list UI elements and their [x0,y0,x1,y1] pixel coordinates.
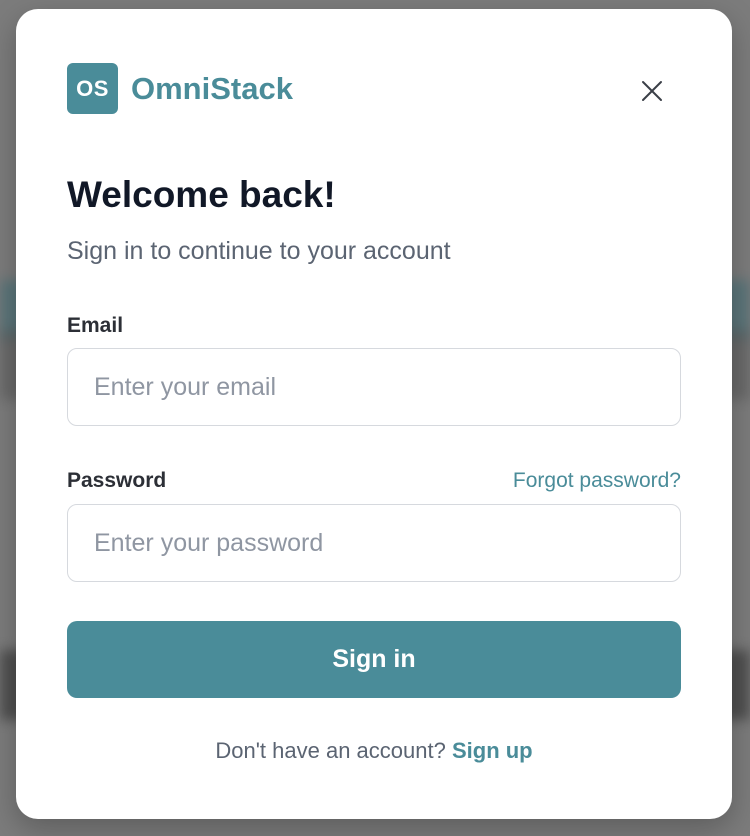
modal-subtitle: Sign in to continue to your account [67,237,451,265]
email-label: Email [67,314,124,337]
brand-name: OmniStack [131,70,293,106]
signup-prompt-text: Don't have an account? [215,738,446,763]
sign-in-modal: OS OmniStack Welcome back! Sign in to co… [16,9,732,819]
password-field[interactable] [67,504,681,582]
signup-prompt-row: Don't have an account? Sign up [16,738,732,764]
modal-title: Welcome back! [67,174,336,215]
password-label: Password [67,469,167,492]
close-button[interactable] [636,75,668,107]
logo-badge: OS [67,63,118,114]
brand: OS OmniStack [67,63,293,114]
email-field[interactable] [67,348,681,426]
sign-up-link[interactable]: Sign up [452,738,533,763]
sign-in-button[interactable]: Sign in [67,621,681,698]
forgot-password-link[interactable]: Forgot password? [513,469,681,493]
close-icon [642,81,662,101]
